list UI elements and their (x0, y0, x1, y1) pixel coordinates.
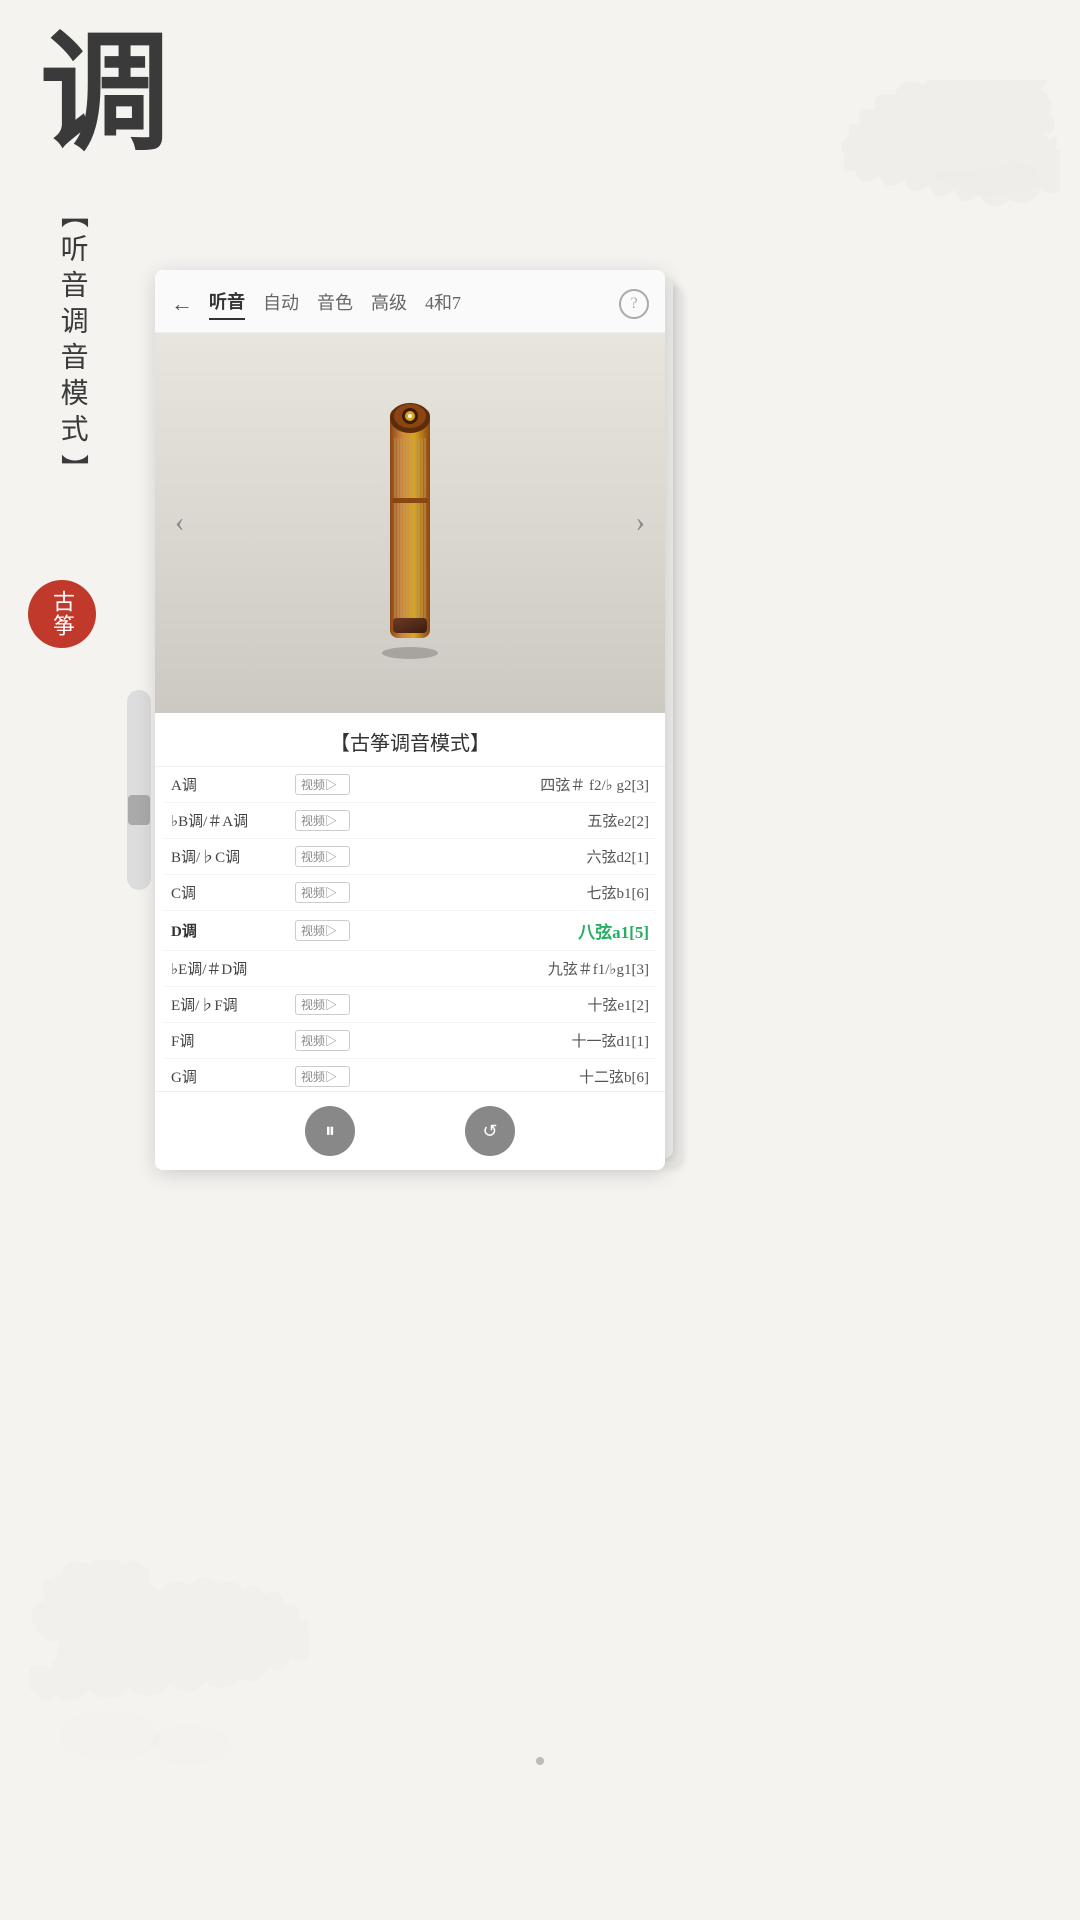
card-title: 【古筝调音模式】 (155, 713, 665, 767)
back-button[interactable]: ← (171, 291, 193, 317)
repeat-button[interactable]: ↺ (465, 1106, 515, 1156)
tuning-note: 七弦b1[6] (350, 882, 649, 903)
tuning-key: A调 (171, 774, 291, 795)
instrument-name: 古筝 (46, 590, 78, 638)
tuning-row: C调 视频▷ 七弦b1[6] (163, 875, 657, 911)
video-badge[interactable]: 视频▷ (295, 774, 350, 795)
tuning-note: 六弦d2[1] (350, 846, 649, 867)
tuning-key: F调 (171, 1030, 291, 1051)
tuning-row: F调 视频▷ 十一弦d1[1] (163, 1023, 657, 1059)
tab-auto[interactable]: 自动 (263, 289, 299, 319)
video-badge[interactable]: 视频▷ (295, 846, 350, 867)
vertical-mode-label: 听音调音模式 (52, 234, 91, 450)
repeat-icon: ↺ (482, 1121, 497, 1142)
tuning-row: B调/♭C调 视频▷ 六弦d2[1] (163, 839, 657, 875)
tuning-note: 十一弦d1[1] (350, 1030, 649, 1051)
video-badge[interactable]: 视频▷ (295, 920, 350, 941)
tab-listen[interactable]: 听音 (209, 288, 245, 320)
tuning-note: 九弦＃f1/♭g1[3] (350, 958, 649, 979)
bracket-close: 】 (52, 454, 92, 482)
main-card: ← 听音 自动 音色 高级 4和7 ? ‹ (155, 270, 665, 1170)
tuning-note: 五弦e2[2] (350, 810, 649, 831)
side-slider[interactable] (127, 690, 151, 890)
card-stack: ← 听音 自动 音色 高级 4和7 ? ‹ (155, 270, 695, 1190)
cloud-decoration-bottom-left (30, 1560, 310, 1780)
tuning-row: ♭B调/＃A调 视频▷ 五弦e2[2] (163, 803, 657, 839)
nav-tabs: 听音 自动 音色 高级 4和7 (209, 288, 619, 320)
tuning-key: D调 (171, 920, 291, 941)
video-badge[interactable]: 视频▷ (295, 1066, 350, 1087)
tab-4and7[interactable]: 4和7 (425, 289, 461, 319)
tuning-key: ♭E调/＃D调 (171, 958, 291, 979)
tuning-row: G调 视频▷ 十二弦b[6] (163, 1059, 657, 1091)
tuning-row: E调/♭F调 视频▷ 十弦e1[2] (163, 987, 657, 1023)
page-title-char: 调 (40, 30, 170, 160)
video-badge[interactable]: 视频▷ (295, 882, 350, 903)
tuning-key: E调/♭F调 (171, 994, 291, 1015)
tuning-note: 十弦e1[2] (350, 994, 649, 1015)
cloud-decoration-top-right (840, 80, 1060, 260)
tuning-table: A调 视频▷ 四弦＃ f2/♭ g2[3] ♭B调/＃A调 视频▷ 五弦e2[2… (155, 767, 665, 1091)
tuning-note: 十二弦b[6] (350, 1066, 649, 1087)
guzheng-illustration (365, 378, 455, 668)
tuning-key: B调/♭C调 (171, 846, 291, 867)
card-nav: ← 听音 自动 音色 高级 4和7 ? (155, 270, 665, 333)
tuning-key: C调 (171, 882, 291, 903)
video-badge[interactable]: 视频▷ (295, 994, 350, 1015)
tuning-key: ♭B调/＃A调 (171, 810, 291, 831)
prev-instrument-button[interactable]: ‹ (165, 497, 194, 549)
slider-thumb[interactable] (128, 795, 150, 825)
instrument-display-area: ‹ (155, 333, 665, 713)
tab-advanced[interactable]: 高级 (371, 289, 407, 319)
tab-timbre[interactable]: 音色 (317, 289, 353, 319)
video-badge[interactable]: 视频▷ (295, 1030, 350, 1051)
tuning-key: G调 (171, 1066, 291, 1087)
vertical-label-container: 【 听音调音模式 】 (52, 200, 92, 482)
help-button[interactable]: ? (619, 289, 649, 319)
pause-icon: ⏸ (325, 1120, 335, 1143)
tuning-row-active: D调 视频▷ 八弦a1[5] (163, 911, 657, 951)
instrument-badge: 古筝 (28, 580, 96, 648)
pause-button[interactable]: ⏸ (305, 1106, 355, 1156)
tuning-row: ♭E调/＃D调 九弦＃f1/♭g1[3] (163, 951, 657, 987)
tuning-row: A调 视频▷ 四弦＃ f2/♭ g2[3] (163, 767, 657, 803)
next-instrument-button[interactable]: › (626, 497, 655, 549)
tuning-note-highlighted: 八弦a1[5] (350, 918, 649, 943)
card-bottom-controls: ⏸ ↺ (155, 1091, 665, 1170)
video-badge[interactable]: 视频▷ (295, 810, 350, 831)
tuning-note: 四弦＃ f2/♭ g2[3] (350, 774, 649, 795)
bracket-open: 【 (52, 200, 92, 230)
help-icon: ? (630, 295, 637, 313)
page-indicator-dot (536, 1757, 544, 1765)
